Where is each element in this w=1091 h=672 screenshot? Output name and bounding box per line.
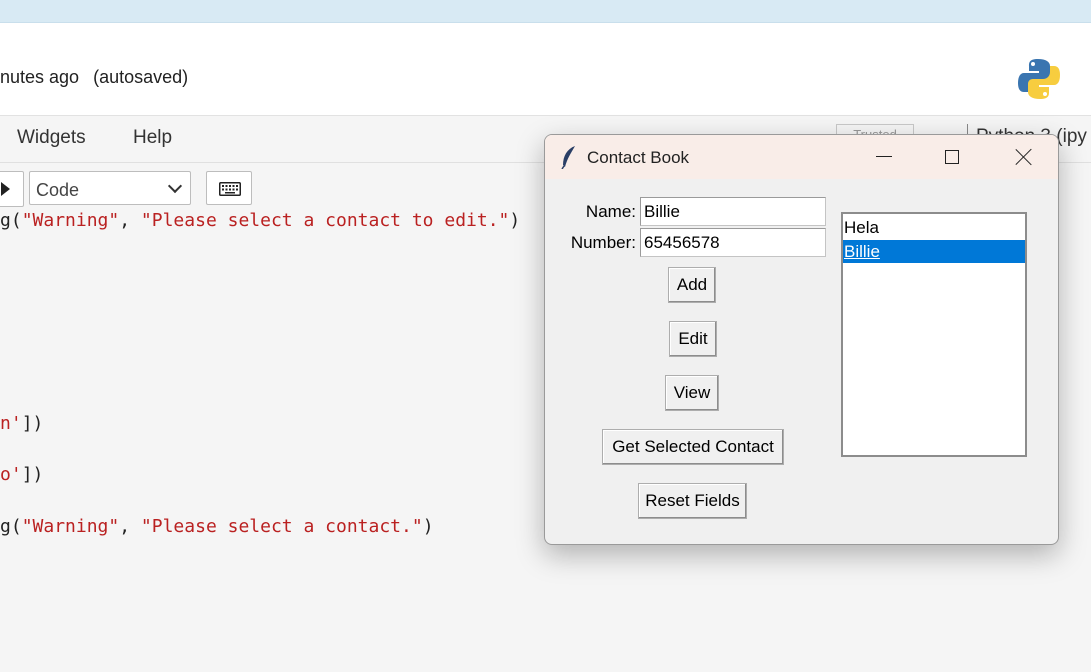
cell-type-value: Code xyxy=(36,180,80,200)
view-button[interactable]: View xyxy=(665,375,719,411)
contact-listbox[interactable]: Hela Billie xyxy=(841,212,1027,457)
get-selected-contact-button[interactable]: Get Selected Contact xyxy=(602,429,784,465)
code-line: g("Warning", "Please select a contact.") xyxy=(0,516,434,537)
list-item[interactable]: Hela xyxy=(843,216,1025,239)
minimize-icon[interactable] xyxy=(876,156,892,157)
tk-feather-icon xyxy=(561,146,575,169)
python-logo-icon xyxy=(1018,59,1060,99)
autosaved-text: (autosaved) xyxy=(93,67,189,87)
code-line: g("Warning", "Please select a contact to… xyxy=(0,210,521,231)
top-strip xyxy=(0,0,1091,23)
menu-widgets[interactable]: Widgets xyxy=(17,127,86,149)
close-icon[interactable] xyxy=(1015,148,1033,166)
edit-button[interactable]: Edit xyxy=(669,321,717,357)
window-title: Contact Book xyxy=(587,148,690,167)
contact-book-window: Contact Book Name: Billie Number: 654565… xyxy=(544,134,1059,545)
code-line: o']) xyxy=(0,464,44,485)
name-field[interactable]: Billie xyxy=(640,197,826,226)
window-titlebar[interactable]: Contact Book xyxy=(545,135,1058,179)
name-label: Name: xyxy=(585,202,636,221)
code-line: n']) xyxy=(0,413,44,434)
save-status: nutes ago (autosaved) xyxy=(0,67,188,88)
chevron-down-icon xyxy=(167,178,183,194)
maximize-icon[interactable] xyxy=(945,150,959,164)
reset-fields-button[interactable]: Reset Fields xyxy=(638,483,747,519)
number-label: Number: xyxy=(570,233,636,252)
list-item-selected[interactable]: Billie xyxy=(843,240,1025,263)
menu-help[interactable]: Help xyxy=(133,127,172,149)
last-saved-text: nutes ago xyxy=(0,67,80,87)
number-field[interactable]: 65456578 xyxy=(640,228,826,257)
keyboard-icon xyxy=(219,182,241,196)
notebook-header: nutes ago (autosaved) xyxy=(0,23,1091,116)
play-icon xyxy=(1,182,10,196)
add-button[interactable]: Add xyxy=(668,267,716,303)
